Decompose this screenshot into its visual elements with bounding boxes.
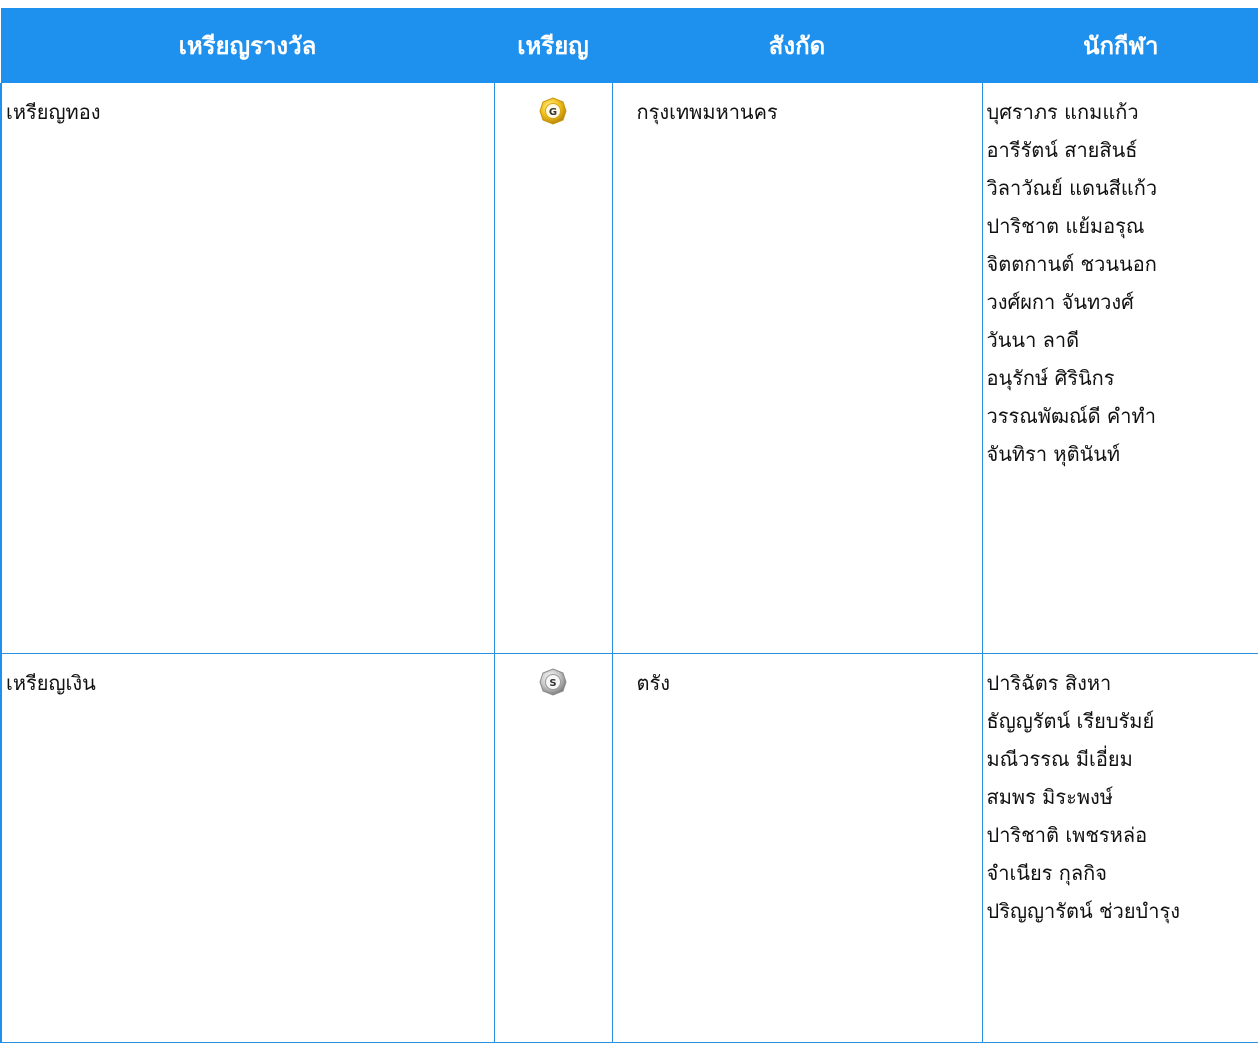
athlete-name: วงศ์ผกา จันทวงศ์ (986, 290, 1134, 314)
athlete-name: ปาริชาต แย้มอรุณ (986, 214, 1145, 238)
award-cell: เหรียญเงิน (0, 653, 494, 1043)
athlete-name: จำเนียร กุลกิจ (986, 861, 1107, 885)
team-cell: กรุงเทพมหานคร (611, 83, 982, 654)
athlete-name: วันนา ลาดี (986, 328, 1080, 352)
athlete-name: มณีวรรณ มีเอี่ยม (986, 747, 1133, 771)
table-row: เหรียญเงิน S ตรัง ปาริฉัตร สิงหา ธัญญรัต… (0, 653, 1258, 1043)
athlete-name: ธัญญรัตน์ เรียบรัมย์ (986, 709, 1155, 733)
athlete-name: ปริญญารัตน์ ช่วยบำรุง (986, 899, 1180, 923)
athletes-cell: บุศราภร แกมแก้ว อารีรัตน์ สายสินธ์ วิลาว… (981, 83, 1258, 654)
athlete-name: วรรณพัฒณ์ดี คำทำ (986, 404, 1156, 428)
athlete-name: อารีรัตน์ สายสินธ์ (986, 138, 1138, 162)
medal-cell: G (493, 83, 612, 654)
header-award: เหรียญรางวัล (0, 8, 494, 83)
medal-table: เหรียญรางวัล เหรียญ สังกัด นักกีฬา เหรีย… (0, 8, 1258, 1043)
table-row: เหรียญทอง G กรุงเทพมหานคร บุศราภร แกมแก้… (0, 83, 1258, 654)
medal-cell: S (493, 653, 612, 1043)
silver-medal-icon: S (539, 668, 567, 696)
athletes-cell: ปาริฉัตร สิงหา ธัญญรัตน์ เรียบรัมย์ มณีว… (981, 653, 1258, 1043)
athlete-name: บุศราภร แกมแก้ว (986, 100, 1139, 124)
header-team: สังกัด (611, 8, 982, 83)
header-medal: เหรียญ (493, 8, 612, 83)
award-cell: เหรียญทอง (0, 83, 494, 654)
team-cell: ตรัง (611, 653, 982, 1043)
athlete-name: ปาริชาติ เพชรหล่อ (986, 823, 1148, 847)
gold-medal-icon: G (539, 97, 567, 125)
table-header-row: เหรียญรางวัล เหรียญ สังกัด นักกีฬา (0, 8, 1258, 83)
medal-letter: G (549, 107, 557, 118)
athlete-name: อนุรักษ์ ศิรินิกร (986, 366, 1115, 390)
athlete-name: สมพร มิระพงษ์ (986, 785, 1113, 809)
header-athletes: นักกีฬา (981, 8, 1258, 83)
athlete-name: วิลาวัณย์ แดนสีแก้ว (986, 176, 1158, 200)
medal-letter: S (549, 678, 556, 689)
athlete-name: ปาริฉัตร สิงหา (986, 671, 1112, 695)
athlete-name: จิตตกานต์ ชวนนอก (986, 252, 1157, 276)
medal-results-page: เหรียญรางวัล เหรียญ สังกัด นักกีฬา เหรีย… (0, 0, 1258, 1050)
athlete-name: จันทิรา หุตินันท์ (986, 442, 1121, 466)
